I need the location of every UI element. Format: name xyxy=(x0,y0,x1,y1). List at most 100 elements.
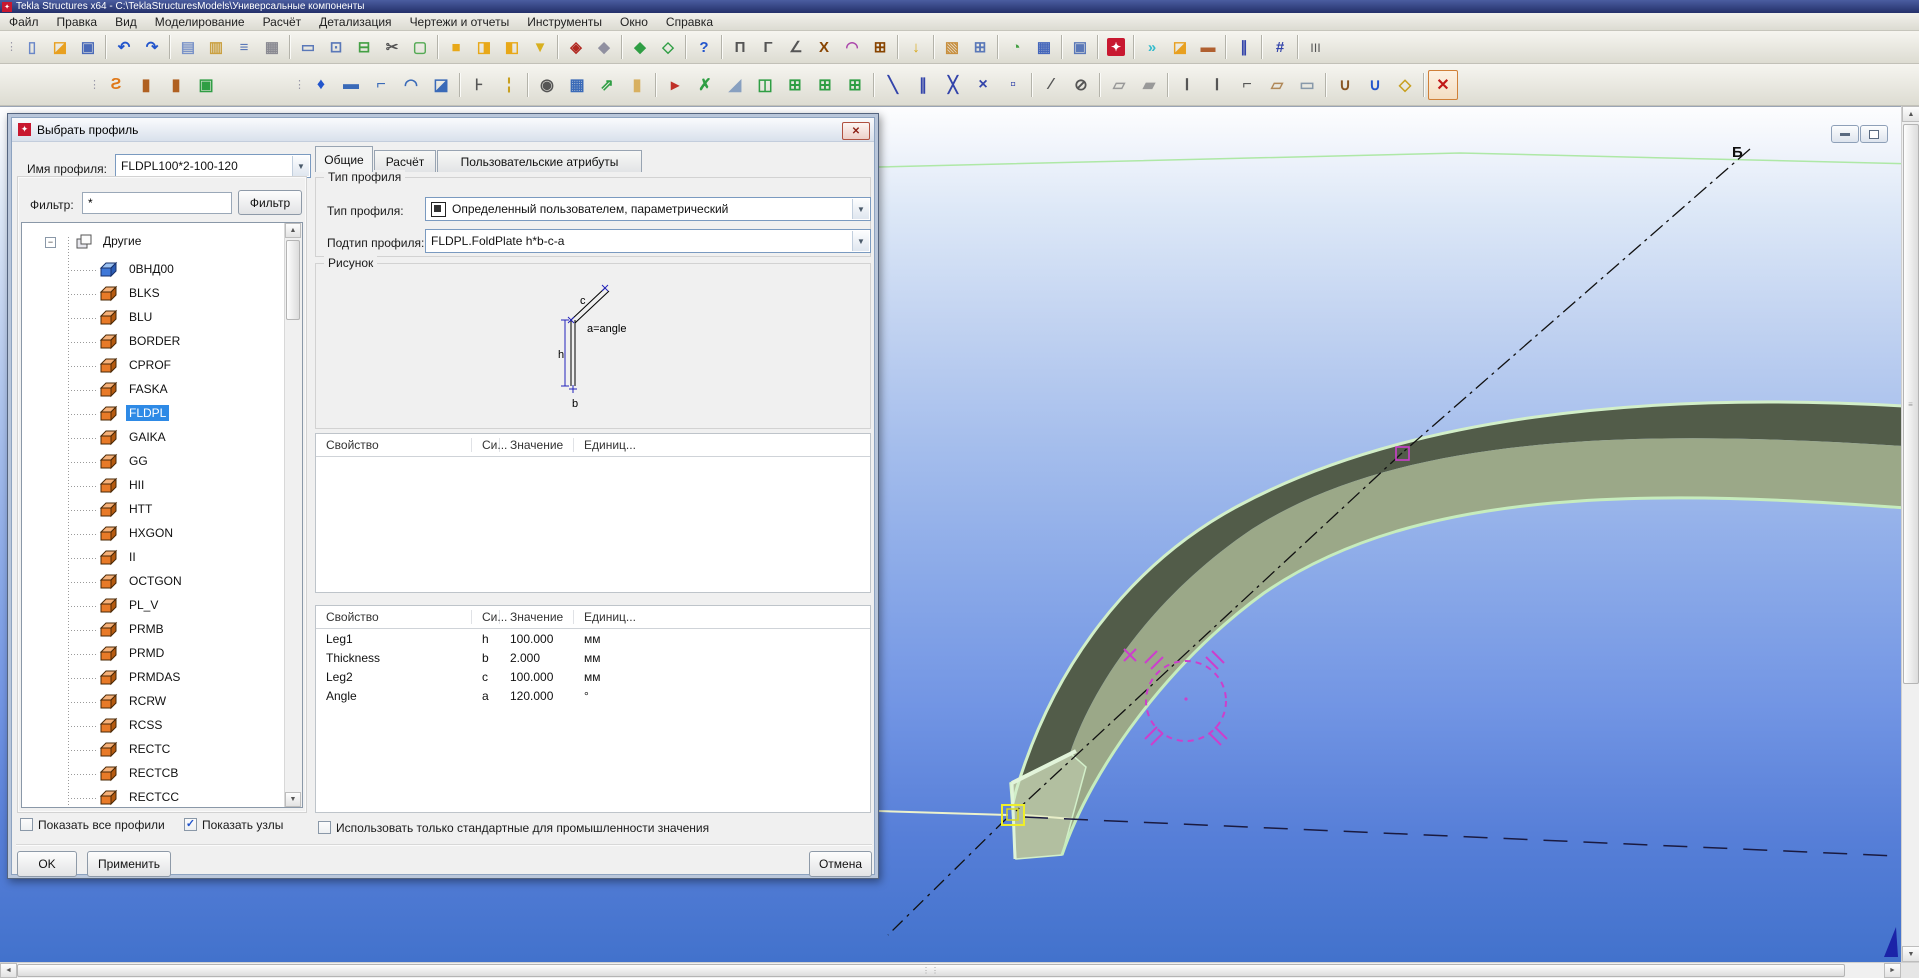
chart-green-icon[interactable]: ⇗ xyxy=(592,70,622,100)
toolbar-grip[interactable]: ⋮ xyxy=(89,80,98,90)
column-header-1[interactable]: Си... xyxy=(472,438,500,452)
clock-icon[interactable]: ◔ xyxy=(1002,33,1030,61)
toolbar-grip[interactable]: ⋮ xyxy=(294,80,303,90)
menu-1[interactable]: Файл xyxy=(0,14,48,30)
parameter-row-leg2[interactable]: Leg2c100.000мм xyxy=(316,667,870,686)
open-folder-icon[interactable]: ◪ xyxy=(46,33,74,61)
u-arrow-icon[interactable]: ∪ xyxy=(1360,70,1390,100)
menu-4[interactable]: Моделирование xyxy=(146,14,254,30)
property-table-upper[interactable]: СвойствоСи...ЗначениеЕдиниц... xyxy=(315,433,871,593)
tree-scroll-thumb[interactable] xyxy=(286,240,300,320)
context-help-icon[interactable]: ? xyxy=(690,33,718,61)
phase-manager-icon[interactable]: ∥ xyxy=(1230,33,1258,61)
tree-item-label[interactable]: OCTGON xyxy=(126,573,185,589)
array-tool-3-icon[interactable]: ⊞ xyxy=(840,70,870,100)
beam-poly-icon[interactable]: ⌐ xyxy=(366,70,396,100)
tree-root-label[interactable]: Другие xyxy=(100,233,144,249)
show-all-profiles-checkbox[interactable] xyxy=(20,818,33,831)
point-blue-icon[interactable]: ♦ xyxy=(306,70,336,100)
tree-item-label[interactable]: RECTCB xyxy=(126,765,181,781)
property-table-parameters[interactable]: СвойствоСи...ЗначениеЕдиниц... Leg1h100.… xyxy=(315,605,871,813)
horizontal-scrollbar[interactable]: ◄ ⋮⋮ ► xyxy=(0,962,1919,978)
select-area-icon[interactable]: ▢ xyxy=(406,33,434,61)
binoculars-icon[interactable]: ◉ xyxy=(532,70,562,100)
chevron-down-icon[interactable] xyxy=(852,199,869,219)
profile-tree[interactable]: Другие 0ВНД00BLKSBLUBORDERCPROFFASKAFLDP… xyxy=(21,222,303,808)
parameter-row-leg1[interactable]: Leg1h100.000мм xyxy=(316,629,870,648)
cylinder-icon[interactable]: ▮ xyxy=(622,70,652,100)
tree-item-label[interactable]: GG xyxy=(126,453,151,469)
industry-standard-checkbox[interactable] xyxy=(318,821,331,834)
bolt-vertical-icon[interactable]: ¦ xyxy=(494,70,524,100)
ruler-icon[interactable]: ||| xyxy=(1302,33,1330,61)
flag-red-icon[interactable]: ▸ xyxy=(660,70,690,100)
arc-tool-icon[interactable]: ◠ xyxy=(838,33,866,61)
u-bolt-icon[interactable]: ∪ xyxy=(1330,70,1360,100)
copy-icon[interactable]: ▤ xyxy=(174,33,202,61)
square-point-icon[interactable]: ▫ xyxy=(998,70,1028,100)
orthogonal-beam-icon[interactable]: ⊦ xyxy=(464,70,494,100)
vertical-scroll-thumb[interactable]: ≡ xyxy=(1903,124,1919,684)
tree-item-label[interactable]: BLU xyxy=(126,309,155,325)
macro-edit-icon[interactable]: ▬ xyxy=(1194,33,1222,61)
view-restore-button[interactable] xyxy=(1860,125,1888,143)
mesh-diamond-icon[interactable]: ◇ xyxy=(1390,70,1420,100)
new-window-icon[interactable]: ▭ xyxy=(294,33,322,61)
tree-item-label[interactable]: PL_V xyxy=(126,597,161,613)
menu-3[interactable]: Вид xyxy=(106,14,146,30)
apply-button[interactable]: Применить xyxy=(87,851,171,877)
scroll-left-button[interactable]: ◄ xyxy=(0,963,17,978)
tree-item-label[interactable]: RECTC xyxy=(126,741,173,757)
window-properties-icon[interactable]: ⊡ xyxy=(322,33,350,61)
filter-button[interactable]: Фильтр xyxy=(238,190,302,215)
save-icon[interactable]: ▣ xyxy=(74,33,102,61)
line-diagonal-icon[interactable]: ╲ xyxy=(878,70,908,100)
tree-item-label[interactable]: GAIKA xyxy=(126,429,169,445)
scroll-up-button[interactable]: ▲ xyxy=(1902,106,1919,122)
tree-item-label[interactable]: RECTCC xyxy=(126,789,182,805)
tree-item-label[interactable]: FLDPL xyxy=(126,405,169,421)
vertical-scrollbar[interactable]: ▲ ≡ ▼ xyxy=(1901,106,1919,962)
dialog-title-bar[interactable]: ✦ Выбрать профиль xyxy=(12,118,874,142)
cut-icon[interactable]: ✂ xyxy=(378,33,406,61)
tree-item-label[interactable]: FASKA xyxy=(126,381,171,397)
column-header-0[interactable]: Свойство xyxy=(316,438,472,452)
eraser-icon[interactable]: ▱ xyxy=(1262,70,1292,100)
move-part-icon[interactable]: ◧ xyxy=(498,33,526,61)
undo-icon[interactable]: ↶ xyxy=(110,33,138,61)
tekla-logo-icon[interactable]: ✦ xyxy=(1102,33,1130,61)
parameter-row-thickness[interactable]: Thicknessb2.000мм xyxy=(316,648,870,667)
clipboard-icon[interactable]: ▦ xyxy=(258,33,286,61)
tree-item-label[interactable]: BORDER xyxy=(126,333,183,349)
parameter-row-angle[interactable]: Anglea120.000° xyxy=(316,686,870,705)
column-tool-2-icon[interactable]: Ⅰ xyxy=(1202,70,1232,100)
tab-user-attributes[interactable]: Пользовательские атрибуты xyxy=(437,150,642,172)
tree-item-label[interactable]: II xyxy=(126,549,139,565)
axis-tool-icon[interactable]: ∠ xyxy=(782,33,810,61)
copy-list-icon[interactable]: ≡ xyxy=(230,33,258,61)
calendar-clock-icon[interactable]: ▦ xyxy=(1030,33,1058,61)
array-tool-2-icon[interactable]: ⊞ xyxy=(810,70,840,100)
selection-circle[interactable] xyxy=(1146,661,1226,741)
profile-name-combobox[interactable]: FLDPL100*2-100-120 xyxy=(115,154,311,178)
corner-chamfer-icon[interactable]: ⌐ xyxy=(1232,70,1262,100)
tree-item-label[interactable]: HTT xyxy=(126,501,155,517)
tree-item-label[interactable]: PRMB xyxy=(126,621,167,637)
fast-forward-icon[interactable]: » xyxy=(1138,33,1166,61)
object-browser-icon[interactable]: ⊞ xyxy=(966,33,994,61)
tree-item-label[interactable]: PRMD xyxy=(126,645,167,661)
beam-curved-icon[interactable]: ◠ xyxy=(396,70,426,100)
menu-5[interactable]: Расчёт xyxy=(254,14,311,30)
component-copy-icon[interactable]: ◇ xyxy=(654,33,682,61)
tab-analysis[interactable]: Расчёт xyxy=(374,150,436,172)
menu-6[interactable]: Детализация xyxy=(310,14,400,30)
props-gray-1-icon[interactable]: ▱ xyxy=(1104,70,1134,100)
view-minimize-button[interactable] xyxy=(1831,125,1859,143)
lines-parallel-icon[interactable]: ∥ xyxy=(908,70,938,100)
measure-line-icon[interactable]: ∕ xyxy=(1036,70,1066,100)
copy-part-icon[interactable]: ◨ xyxy=(470,33,498,61)
open-model-folder-icon[interactable]: ◪ xyxy=(1166,33,1194,61)
chevron-down-icon[interactable] xyxy=(292,156,309,176)
bar-vertical-2-icon[interactable]: ▮ xyxy=(161,70,191,100)
part-green-icon[interactable]: ▣ xyxy=(191,70,221,100)
